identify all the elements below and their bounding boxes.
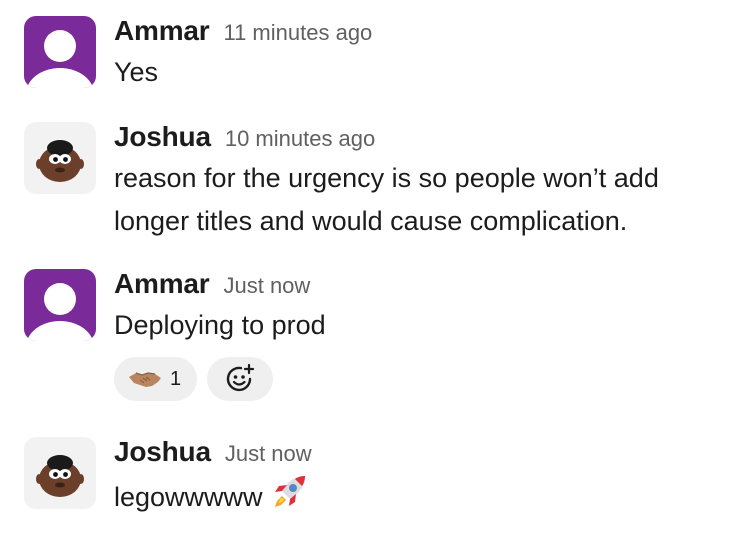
message-header: Joshua 10 minutes ago [114, 119, 734, 155]
message-content: Joshua Just now legowwwww [114, 434, 734, 519]
message-item[interactable]: Joshua 10 minutes ago reason for the urg… [24, 119, 734, 243]
author-name[interactable]: Joshua [114, 434, 211, 470]
rocket-icon [274, 476, 305, 507]
avatar[interactable] [24, 16, 96, 88]
message-header: Ammar 11 minutes ago [114, 13, 734, 49]
message-text: Yes [114, 57, 159, 87]
message-item[interactable]: Joshua Just now legowwwww [24, 434, 734, 519]
handshake-icon [128, 368, 162, 390]
message-content: Joshua 10 minutes ago reason for the urg… [114, 119, 734, 243]
message-item[interactable]: Ammar Just now Deploying to prod 1 [24, 266, 734, 401]
avatar[interactable] [24, 122, 96, 194]
timestamp[interactable]: 11 minutes ago [223, 15, 372, 51]
message-text: reason for the urgency is so people won’… [114, 163, 667, 236]
author-name[interactable]: Ammar [114, 266, 210, 302]
message-item[interactable]: Ammar 11 minutes ago Yes [24, 13, 734, 94]
timestamp[interactable]: Just now [225, 436, 312, 472]
memoji-avatar-icon [36, 140, 84, 182]
message-header: Ammar Just now [114, 266, 734, 302]
add-emoji-icon [226, 363, 255, 392]
add-reaction-button[interactable] [207, 357, 274, 401]
message-text-content: legowwwww [114, 482, 263, 512]
default-user-icon [26, 283, 94, 341]
author-name[interactable]: Ammar [114, 13, 210, 49]
reaction-handshake[interactable]: 1 [114, 357, 198, 401]
avatar[interactable] [24, 437, 96, 509]
reactions-bar: 1 [114, 357, 734, 401]
author-name[interactable]: Joshua [114, 119, 211, 155]
message-header: Joshua Just now [114, 434, 734, 470]
timestamp[interactable]: Just now [223, 268, 310, 304]
reaction-count: 1 [170, 367, 182, 390]
avatar[interactable] [24, 269, 96, 341]
message-text: legowwwww [114, 472, 734, 519]
memoji-avatar-icon [36, 455, 84, 497]
message-content: Ammar 11 minutes ago Yes [114, 13, 734, 94]
default-user-icon [26, 30, 94, 88]
message-content: Ammar Just now Deploying to prod 1 [114, 266, 734, 401]
message-text: Deploying to prod [114, 310, 326, 340]
timestamp[interactable]: 10 minutes ago [225, 121, 375, 157]
